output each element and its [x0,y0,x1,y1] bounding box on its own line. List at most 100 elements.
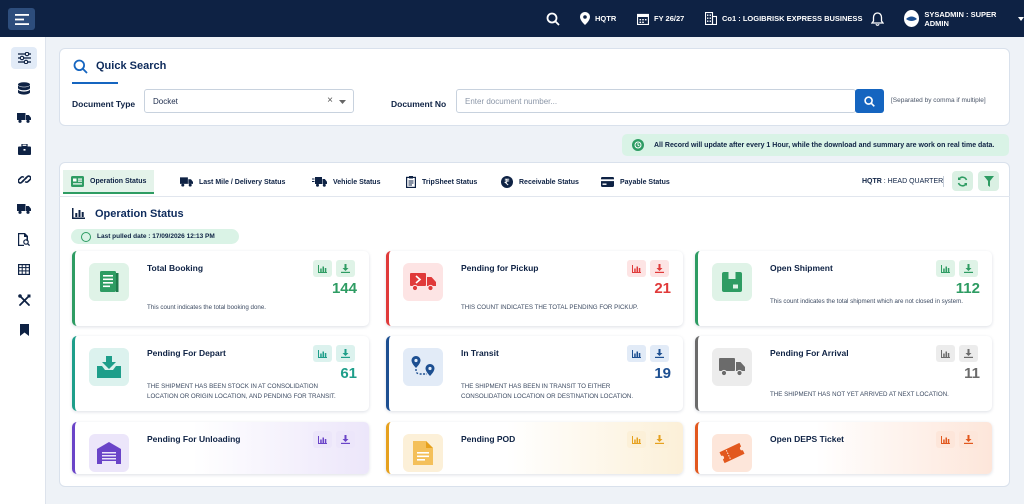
clear-selection-button[interactable]: × [327,95,333,106]
status-card-pending-for-depart[interactable]: Pending For Depart 61 THE SHIPMENT HAS BEE… [72,336,369,411]
card-count: 19 [654,365,671,382]
status-card-pending-for-pickup[interactable]: Pending for Pickup 21 THIS COUNT INDICATES… [386,251,683,326]
download-button[interactable] [959,345,978,362]
download-button[interactable] [650,345,669,362]
avatar [904,10,920,27]
download-icon [964,349,973,358]
card-title: Pending for Pickup [461,263,539,273]
search-button[interactable] [855,89,884,113]
sidebar-item-database[interactable] [11,77,37,99]
tools-icon [17,293,30,306]
summary-button[interactable] [313,260,332,277]
refresh-button[interactable] [952,171,973,191]
building-icon [705,12,717,25]
fy-selector[interactable]: FY 26/27 [637,0,684,37]
download-button[interactable] [959,260,978,277]
status-card-pending-pod[interactable]: Pending POD [386,422,683,474]
global-search-button[interactable] [546,0,560,37]
tab-payable-status[interactable]: Payable Status [601,170,670,194]
summary-button[interactable] [936,431,955,448]
summary-button[interactable] [313,431,332,448]
download-button[interactable] [650,431,669,448]
card-description: This count indicates the total booking d… [147,304,267,311]
tab-vehicle-status[interactable]: Vehicle Status [312,170,380,194]
tab-last-mile-delivery-status[interactable]: Last Mile / Delivery Status [180,170,285,194]
card-description: THE SHIPMENT HAS NOT YET ARRIVED AT NEXT… [770,391,949,398]
toolbar-divider [943,176,944,187]
status-card-pending-for-unloading[interactable]: Pending For Unloading [72,422,369,474]
download-icon [341,264,350,273]
sidebar-item-transport[interactable] [11,107,37,129]
card-title: In Transit [461,348,499,358]
chevron-down-icon [1018,16,1024,21]
status-card-total-booking[interactable]: Total Booking 144 This count indicates the… [72,251,369,326]
document-no-label: Document No [391,99,447,109]
sidebar-item-filters[interactable] [11,47,37,69]
tab-label: Receivable Status [519,178,579,186]
summary-button[interactable] [627,431,646,448]
rupee-coin-icon [501,176,513,188]
card-title: Pending For Arrival [770,348,849,358]
download-icon [341,435,350,444]
truck-icon [17,113,31,123]
card-count: 21 [654,280,671,297]
summary-button[interactable] [627,260,646,277]
card-description: THIS COUNT INDICATES THE TOTAL PENDING F… [461,304,639,311]
location-indicator: HQTR : HEAD QUARTER [862,178,943,185]
download-icon [964,264,973,273]
document-number-input[interactable] [456,89,856,113]
update-notice-text: All Record will update after every 1 Hou… [654,141,995,149]
company-selector[interactable]: Co1 : LOGIBRISK EXPRESS BUSINESS [705,0,862,37]
section-title: Operation Status [95,208,184,220]
download-button[interactable] [336,345,355,362]
fy-label: FY 26/27 [654,14,685,23]
delivery-truck-icon [17,204,31,214]
download-button[interactable] [336,260,355,277]
card-title: Pending POD [461,434,516,444]
branch-selector[interactable]: HQTR [580,0,616,37]
sidebar-item-reports[interactable] [11,258,37,280]
link-icon [17,174,31,184]
sidebar-item-delivery[interactable] [11,198,37,220]
filter-button[interactable] [978,171,999,191]
user-menu[interactable]: SYSADMIN : SUPER ADMIN [904,0,1024,37]
document-type-select[interactable]: Docket × [144,89,354,113]
open-deps-ticket-icon [712,434,752,472]
status-card-open-deps-ticket[interactable]: Open DEPS Ticket [695,422,992,474]
tab-receivable-status[interactable]: Receivable Status [501,170,579,194]
download-button[interactable] [336,431,355,448]
card-title: Open DEPS Ticket [770,434,845,444]
pending-for-pickup-icon [403,263,443,301]
download-button[interactable] [959,431,978,448]
sidebar-item-tools[interactable] [11,289,37,311]
sidebar-item-bookmarks[interactable] [11,319,37,341]
pending-for-unloading-icon [89,434,129,472]
card-description: THE SHIPMENT HAS BEEN STOCK IN AT CONSOL… [147,383,336,400]
summary-button[interactable] [627,345,646,362]
separator-note: [Separated by comma if multiple] [891,97,986,104]
status-card-open-shipment[interactable]: Open Shipment 112 This count indicates the… [695,251,992,326]
summary-button[interactable] [313,345,332,362]
bar-chart-icon [941,264,950,273]
tab-tripsheet-status[interactable]: TripSheet Status [406,170,477,194]
total-booking-icon [89,263,129,301]
tab-operation-status[interactable]: Operation Status [63,170,155,194]
status-card-pending-for-arrival[interactable]: Pending For Arrival 11 THE SHIPMENT HAS NO… [695,336,992,411]
sidebar-item-track[interactable] [11,228,37,250]
bar-chart-icon [318,435,327,444]
status-card-in-transit[interactable]: In Transit 19 THE SHIPMENT HAS BEEN IN TRA… [386,336,683,411]
location-code: HQTR [862,178,882,185]
sidebar-item-links[interactable] [11,168,37,190]
menu-toggle-button[interactable] [8,8,35,30]
download-icon [655,264,664,273]
summary-button[interactable] [936,345,955,362]
sidebar-item-business[interactable] [11,138,37,160]
download-button[interactable] [650,260,669,277]
tab-label: Payable Status [620,178,670,186]
notifications-button[interactable] [871,0,884,37]
summary-button[interactable] [936,260,955,277]
card-title: Pending For Unloading [147,434,241,444]
pending-for-arrival-icon [712,348,752,386]
bar-chart-icon [632,349,641,358]
table-icon [18,263,30,275]
